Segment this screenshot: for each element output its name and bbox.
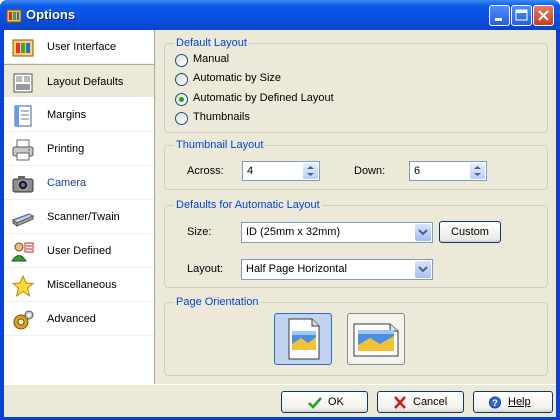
across-spinner[interactable]: 4 <box>242 161 320 181</box>
across-spin-buttons[interactable] <box>303 163 318 179</box>
cancel-button[interactable]: Cancel <box>377 391 464 413</box>
help-label: Help <box>508 396 531 408</box>
scanner-icon <box>11 213 35 227</box>
group-title: Thumbnail Layout <box>174 139 266 151</box>
radio-label: Automatic by Size <box>193 72 282 84</box>
window-title: Options <box>26 7 76 22</box>
cancel-x-icon <box>394 396 406 409</box>
size-dropdown-button[interactable] <box>415 224 431 241</box>
sidebar-item-label: Margins <box>47 109 87 121</box>
user-defined-icon <box>11 242 34 262</box>
user-interface-icon <box>12 39 34 57</box>
radio-circle <box>175 73 188 86</box>
options-category-list: User Interface Layout Defaults Margins P… <box>4 30 155 384</box>
portrait-orientation-button[interactable] <box>274 313 332 365</box>
close-icon <box>538 10 549 21</box>
spin-arrows-icon <box>474 166 481 176</box>
down-spin-buttons[interactable] <box>470 163 485 179</box>
landscape-page-icon <box>353 323 399 357</box>
sidebar-item-layout-defaults[interactable]: Layout Defaults <box>4 64 154 98</box>
maximize-icon <box>515 9 528 21</box>
size-dropdown[interactable]: ID (25mm x 32mm) <box>241 222 433 243</box>
chevron-down-icon <box>418 229 428 236</box>
landscape-orientation-button[interactable] <box>347 313 405 365</box>
layout-label: Layout: <box>187 263 224 275</box>
minimize-icon <box>495 18 502 21</box>
ok-label: OK <box>328 396 344 408</box>
ok-button[interactable]: OK <box>281 391 368 413</box>
sidebar-item-label: Layout Defaults <box>47 76 124 88</box>
options-window: Options User Interface Layout Defaults M… <box>0 0 560 420</box>
radio-label: Thumbnails <box>193 111 250 123</box>
portrait-page-icon <box>288 318 320 360</box>
star-icon <box>11 275 35 297</box>
sidebar-item-label: Miscellaneous <box>47 279 117 291</box>
automatic-layout-group: Defaults for Automatic Layout Size: ID (… <box>164 199 548 288</box>
close-button[interactable] <box>533 5 554 26</box>
sidebar-item-printing[interactable]: Printing <box>4 132 154 166</box>
sidebar-item-label: Camera <box>47 177 87 189</box>
title-bar[interactable]: Options <box>0 0 560 30</box>
printer-icon <box>12 139 34 161</box>
sidebar-item-user-defined[interactable]: User Defined <box>4 234 154 268</box>
help-icon: ? <box>488 396 502 409</box>
group-title: Default Layout <box>174 37 249 49</box>
layout-dropdown-button[interactable] <box>415 261 431 278</box>
svg-text:?: ? <box>492 398 498 408</box>
thumbnail-layout-group: Thumbnail Layout Across: 4 Down: 6 <box>164 139 548 190</box>
help-button[interactable]: ? Help <box>473 391 553 413</box>
radio-circle <box>175 93 188 106</box>
advanced-icon <box>13 310 34 330</box>
default-layout-group: Default Layout Manual Automatic by Size … <box>164 37 548 133</box>
sidebar-item-scanner-twain[interactable]: Scanner/Twain <box>4 200 154 234</box>
sidebar-item-label: User Defined <box>47 245 112 257</box>
chevron-down-icon <box>418 266 428 273</box>
group-title: Defaults for Automatic Layout <box>174 199 322 211</box>
size-value: ID (25mm x 32mm) <box>246 226 341 238</box>
layout-defaults-pane: Default Layout Manual Automatic by Size … <box>156 30 556 384</box>
radio-label: Manual <box>193 53 230 65</box>
camera-icon <box>12 176 34 193</box>
group-title: Page Orientation <box>174 296 261 308</box>
across-label: Across: <box>187 165 224 177</box>
radio-label: Automatic by Defined Layout <box>193 92 334 104</box>
sidebar-item-camera[interactable]: Camera <box>4 166 154 200</box>
spin-arrows-icon <box>307 166 314 176</box>
page-orientation-group: Page Orientation <box>164 296 548 376</box>
down-value: 6 <box>414 165 421 177</box>
radio-circle <box>175 54 188 67</box>
layout-dropdown[interactable]: Half Page Horizontal <box>241 259 433 280</box>
sidebar-item-label: User Interface <box>47 41 117 53</box>
down-label: Down: <box>354 165 386 177</box>
sidebar-item-label: Scanner/Twain <box>47 211 120 223</box>
size-label: Size: <box>187 226 212 238</box>
radio-selected-dot <box>179 97 184 102</box>
sidebar-item-label: Printing <box>47 143 85 155</box>
radio-circle <box>175 112 188 125</box>
checkmark-icon <box>308 397 322 409</box>
sidebar-item-margins[interactable]: Margins <box>4 98 154 132</box>
custom-button[interactable]: Custom <box>439 221 501 243</box>
cancel-label: Cancel <box>413 396 448 408</box>
dialog-button-bar: OK Cancel ? Help <box>4 384 556 417</box>
sidebar-item-advanced[interactable]: Advanced <box>4 302 154 336</box>
minimize-button[interactable] <box>489 5 510 26</box>
sidebar-item-user-interface[interactable]: User Interface <box>4 30 154 64</box>
across-value: 4 <box>247 165 254 177</box>
sidebar-item-miscellaneous[interactable]: Miscellaneous <box>4 268 154 302</box>
dialog-client-area: User Interface Layout Defaults Margins P… <box>4 30 556 417</box>
layout-value: Half Page Horizontal <box>246 263 347 275</box>
layout-defaults-icon <box>13 73 33 93</box>
sidebar-item-label: Advanced <box>47 313 96 325</box>
options-window-icon <box>6 9 22 23</box>
margins-icon <box>14 105 32 127</box>
maximize-button[interactable] <box>511 5 532 26</box>
down-spinner[interactable]: 6 <box>409 161 487 181</box>
